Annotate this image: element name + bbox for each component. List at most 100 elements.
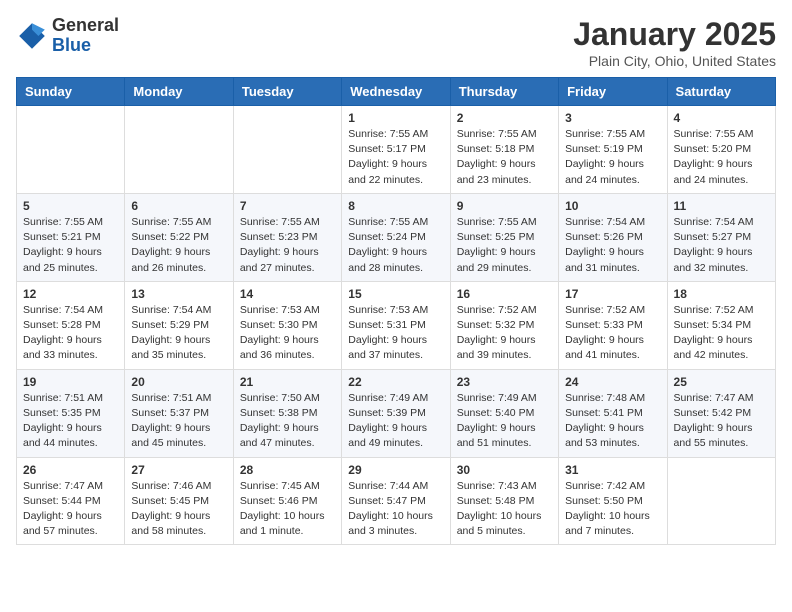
sunset-label: Sunset: 5:31 PM — [348, 319, 426, 331]
sunrise-label: Sunrise: 7:47 AM — [23, 480, 103, 492]
day-info: Sunrise: 7:47 AM Sunset: 5:44 PM Dayligh… — [23, 479, 118, 540]
sunset-label: Sunset: 5:35 PM — [23, 407, 101, 419]
day-info: Sunrise: 7:55 AM Sunset: 5:25 PM Dayligh… — [457, 215, 552, 276]
day-number: 25 — [674, 375, 769, 389]
sunrise-label: Sunrise: 7:54 AM — [23, 304, 103, 316]
day-number: 15 — [348, 287, 443, 301]
sunrise-label: Sunrise: 7:54 AM — [565, 216, 645, 228]
sunset-label: Sunset: 5:19 PM — [565, 143, 643, 155]
sunrise-label: Sunrise: 7:55 AM — [457, 128, 537, 140]
title-block: January 2025 Plain City, Ohio, United St… — [573, 16, 776, 69]
sunset-label: Sunset: 5:34 PM — [674, 319, 752, 331]
day-info: Sunrise: 7:43 AM Sunset: 5:48 PM Dayligh… — [457, 479, 552, 540]
day-info: Sunrise: 7:53 AM Sunset: 5:30 PM Dayligh… — [240, 303, 335, 364]
calendar-cell: 18 Sunrise: 7:52 AM Sunset: 5:34 PM Dayl… — [667, 281, 775, 369]
sunset-label: Sunset: 5:38 PM — [240, 407, 318, 419]
calendar-cell: 25 Sunrise: 7:47 AM Sunset: 5:42 PM Dayl… — [667, 369, 775, 457]
calendar-cell: 2 Sunrise: 7:55 AM Sunset: 5:18 PM Dayli… — [450, 106, 558, 194]
sunrise-label: Sunrise: 7:55 AM — [23, 216, 103, 228]
calendar-cell: 31 Sunrise: 7:42 AM Sunset: 5:50 PM Dayl… — [559, 457, 667, 545]
day-number: 27 — [131, 463, 226, 477]
weekday-header: Saturday — [667, 78, 775, 106]
day-number: 26 — [23, 463, 118, 477]
sunrise-label: Sunrise: 7:55 AM — [348, 128, 428, 140]
daylight-label: Daylight: 9 hours and 55 minutes. — [674, 422, 753, 449]
calendar-cell: 30 Sunrise: 7:43 AM Sunset: 5:48 PM Dayl… — [450, 457, 558, 545]
calendar-cell — [125, 106, 233, 194]
day-info: Sunrise: 7:52 AM Sunset: 5:32 PM Dayligh… — [457, 303, 552, 364]
daylight-label: Daylight: 9 hours and 29 minutes. — [457, 246, 536, 273]
calendar-cell: 24 Sunrise: 7:48 AM Sunset: 5:41 PM Dayl… — [559, 369, 667, 457]
calendar-cell: 27 Sunrise: 7:46 AM Sunset: 5:45 PM Dayl… — [125, 457, 233, 545]
daylight-label: Daylight: 9 hours and 36 minutes. — [240, 334, 319, 361]
calendar-cell: 11 Sunrise: 7:54 AM Sunset: 5:27 PM Dayl… — [667, 193, 775, 281]
sunset-label: Sunset: 5:20 PM — [674, 143, 752, 155]
daylight-label: Daylight: 9 hours and 28 minutes. — [348, 246, 427, 273]
sunset-label: Sunset: 5:33 PM — [565, 319, 643, 331]
sunrise-label: Sunrise: 7:45 AM — [240, 480, 320, 492]
day-info: Sunrise: 7:49 AM Sunset: 5:39 PM Dayligh… — [348, 391, 443, 452]
daylight-label: Daylight: 9 hours and 53 minutes. — [565, 422, 644, 449]
sunrise-label: Sunrise: 7:43 AM — [457, 480, 537, 492]
sunset-label: Sunset: 5:21 PM — [23, 231, 101, 243]
calendar-cell: 16 Sunrise: 7:52 AM Sunset: 5:32 PM Dayl… — [450, 281, 558, 369]
daylight-label: Daylight: 9 hours and 33 minutes. — [23, 334, 102, 361]
sunset-label: Sunset: 5:39 PM — [348, 407, 426, 419]
calendar-cell — [233, 106, 341, 194]
daylight-label: Daylight: 10 hours and 5 minutes. — [457, 510, 542, 537]
sunrise-label: Sunrise: 7:51 AM — [23, 392, 103, 404]
calendar-week-row: 12 Sunrise: 7:54 AM Sunset: 5:28 PM Dayl… — [17, 281, 776, 369]
calendar-cell: 5 Sunrise: 7:55 AM Sunset: 5:21 PM Dayli… — [17, 193, 125, 281]
calendar-table: SundayMondayTuesdayWednesdayThursdayFrid… — [16, 77, 776, 545]
sunrise-label: Sunrise: 7:49 AM — [457, 392, 537, 404]
day-number: 21 — [240, 375, 335, 389]
day-info: Sunrise: 7:55 AM Sunset: 5:17 PM Dayligh… — [348, 127, 443, 188]
daylight-label: Daylight: 9 hours and 23 minutes. — [457, 158, 536, 185]
daylight-label: Daylight: 9 hours and 39 minutes. — [457, 334, 536, 361]
day-number: 4 — [674, 111, 769, 125]
daylight-label: Daylight: 9 hours and 22 minutes. — [348, 158, 427, 185]
location-subtitle: Plain City, Ohio, United States — [573, 53, 776, 69]
logo-icon — [16, 20, 48, 52]
day-info: Sunrise: 7:54 AM Sunset: 5:29 PM Dayligh… — [131, 303, 226, 364]
calendar-week-row: 26 Sunrise: 7:47 AM Sunset: 5:44 PM Dayl… — [17, 457, 776, 545]
calendar-cell: 3 Sunrise: 7:55 AM Sunset: 5:19 PM Dayli… — [559, 106, 667, 194]
day-number: 28 — [240, 463, 335, 477]
sunset-label: Sunset: 5:30 PM — [240, 319, 318, 331]
day-info: Sunrise: 7:55 AM Sunset: 5:22 PM Dayligh… — [131, 215, 226, 276]
daylight-label: Daylight: 9 hours and 57 minutes. — [23, 510, 102, 537]
day-info: Sunrise: 7:46 AM Sunset: 5:45 PM Dayligh… — [131, 479, 226, 540]
calendar-week-row: 1 Sunrise: 7:55 AM Sunset: 5:17 PM Dayli… — [17, 106, 776, 194]
day-number: 5 — [23, 199, 118, 213]
day-number: 14 — [240, 287, 335, 301]
sunrise-label: Sunrise: 7:48 AM — [565, 392, 645, 404]
sunrise-label: Sunrise: 7:54 AM — [674, 216, 754, 228]
sunset-label: Sunset: 5:32 PM — [457, 319, 535, 331]
day-number: 30 — [457, 463, 552, 477]
daylight-label: Daylight: 9 hours and 47 minutes. — [240, 422, 319, 449]
daylight-label: Daylight: 10 hours and 3 minutes. — [348, 510, 433, 537]
day-info: Sunrise: 7:55 AM Sunset: 5:19 PM Dayligh… — [565, 127, 660, 188]
day-number: 18 — [674, 287, 769, 301]
page-header: General Blue January 2025 Plain City, Oh… — [16, 16, 776, 69]
day-info: Sunrise: 7:55 AM Sunset: 5:20 PM Dayligh… — [674, 127, 769, 188]
daylight-label: Daylight: 9 hours and 58 minutes. — [131, 510, 210, 537]
sunrise-label: Sunrise: 7:53 AM — [240, 304, 320, 316]
sunset-label: Sunset: 5:18 PM — [457, 143, 535, 155]
calendar-cell: 10 Sunrise: 7:54 AM Sunset: 5:26 PM Dayl… — [559, 193, 667, 281]
day-number: 3 — [565, 111, 660, 125]
sunset-label: Sunset: 5:22 PM — [131, 231, 209, 243]
calendar-week-row: 5 Sunrise: 7:55 AM Sunset: 5:21 PM Dayli… — [17, 193, 776, 281]
daylight-label: Daylight: 10 hours and 1 minute. — [240, 510, 325, 537]
calendar-cell: 9 Sunrise: 7:55 AM Sunset: 5:25 PM Dayli… — [450, 193, 558, 281]
calendar-cell: 28 Sunrise: 7:45 AM Sunset: 5:46 PM Dayl… — [233, 457, 341, 545]
sunrise-label: Sunrise: 7:53 AM — [348, 304, 428, 316]
calendar-cell — [17, 106, 125, 194]
sunset-label: Sunset: 5:48 PM — [457, 495, 535, 507]
day-info: Sunrise: 7:44 AM Sunset: 5:47 PM Dayligh… — [348, 479, 443, 540]
day-info: Sunrise: 7:51 AM Sunset: 5:35 PM Dayligh… — [23, 391, 118, 452]
weekday-header: Thursday — [450, 78, 558, 106]
calendar-cell: 13 Sunrise: 7:54 AM Sunset: 5:29 PM Dayl… — [125, 281, 233, 369]
day-info: Sunrise: 7:52 AM Sunset: 5:33 PM Dayligh… — [565, 303, 660, 364]
day-info: Sunrise: 7:49 AM Sunset: 5:40 PM Dayligh… — [457, 391, 552, 452]
